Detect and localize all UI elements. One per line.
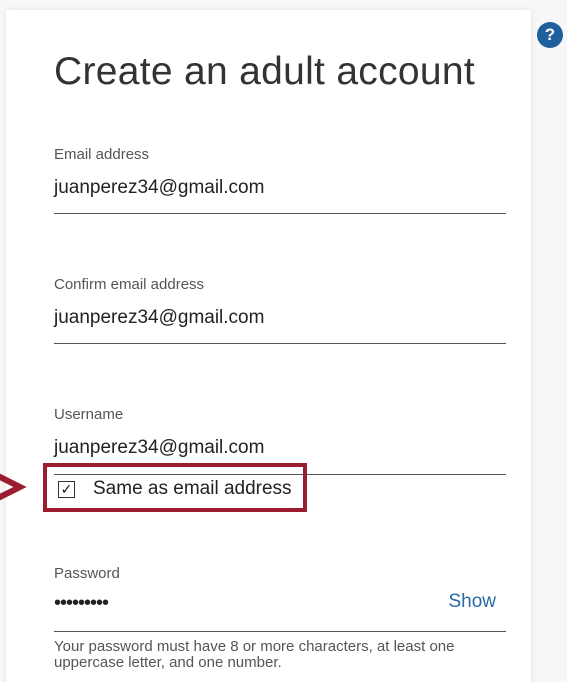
email-underline — [54, 213, 506, 214]
password-label: Password — [54, 565, 120, 582]
same-as-email-highlight[interactable]: ✓ Same as email address — [43, 463, 307, 512]
password-underline — [54, 631, 506, 632]
confirm-email-underline — [54, 343, 506, 344]
show-password-button[interactable]: Show — [448, 591, 496, 613]
help-icon[interactable]: ? — [537, 22, 563, 48]
email-label: Email address — [54, 146, 150, 163]
username-label: Username — [54, 406, 124, 423]
password-input[interactable]: ••••••••• — [54, 592, 109, 615]
password-hint: Your password must have 8 or more charac… — [54, 638, 455, 671]
email-input[interactable]: juanperez34@gmail.com — [54, 177, 264, 199]
confirm-email-input[interactable]: juanperez34@gmail.com — [54, 307, 264, 329]
page-title: Create an adult account — [54, 50, 476, 93]
username-input[interactable]: juanperez34@gmail.com — [54, 437, 264, 459]
confirm-email-label: Confirm email address — [54, 276, 205, 293]
same-as-email-checkbox[interactable]: ✓ — [58, 481, 75, 498]
same-as-email-label[interactable]: Same as email address — [93, 478, 292, 500]
page: ? Create an adult account Email address … — [0, 0, 567, 682]
pointer-arrow-icon — [0, 473, 27, 501]
